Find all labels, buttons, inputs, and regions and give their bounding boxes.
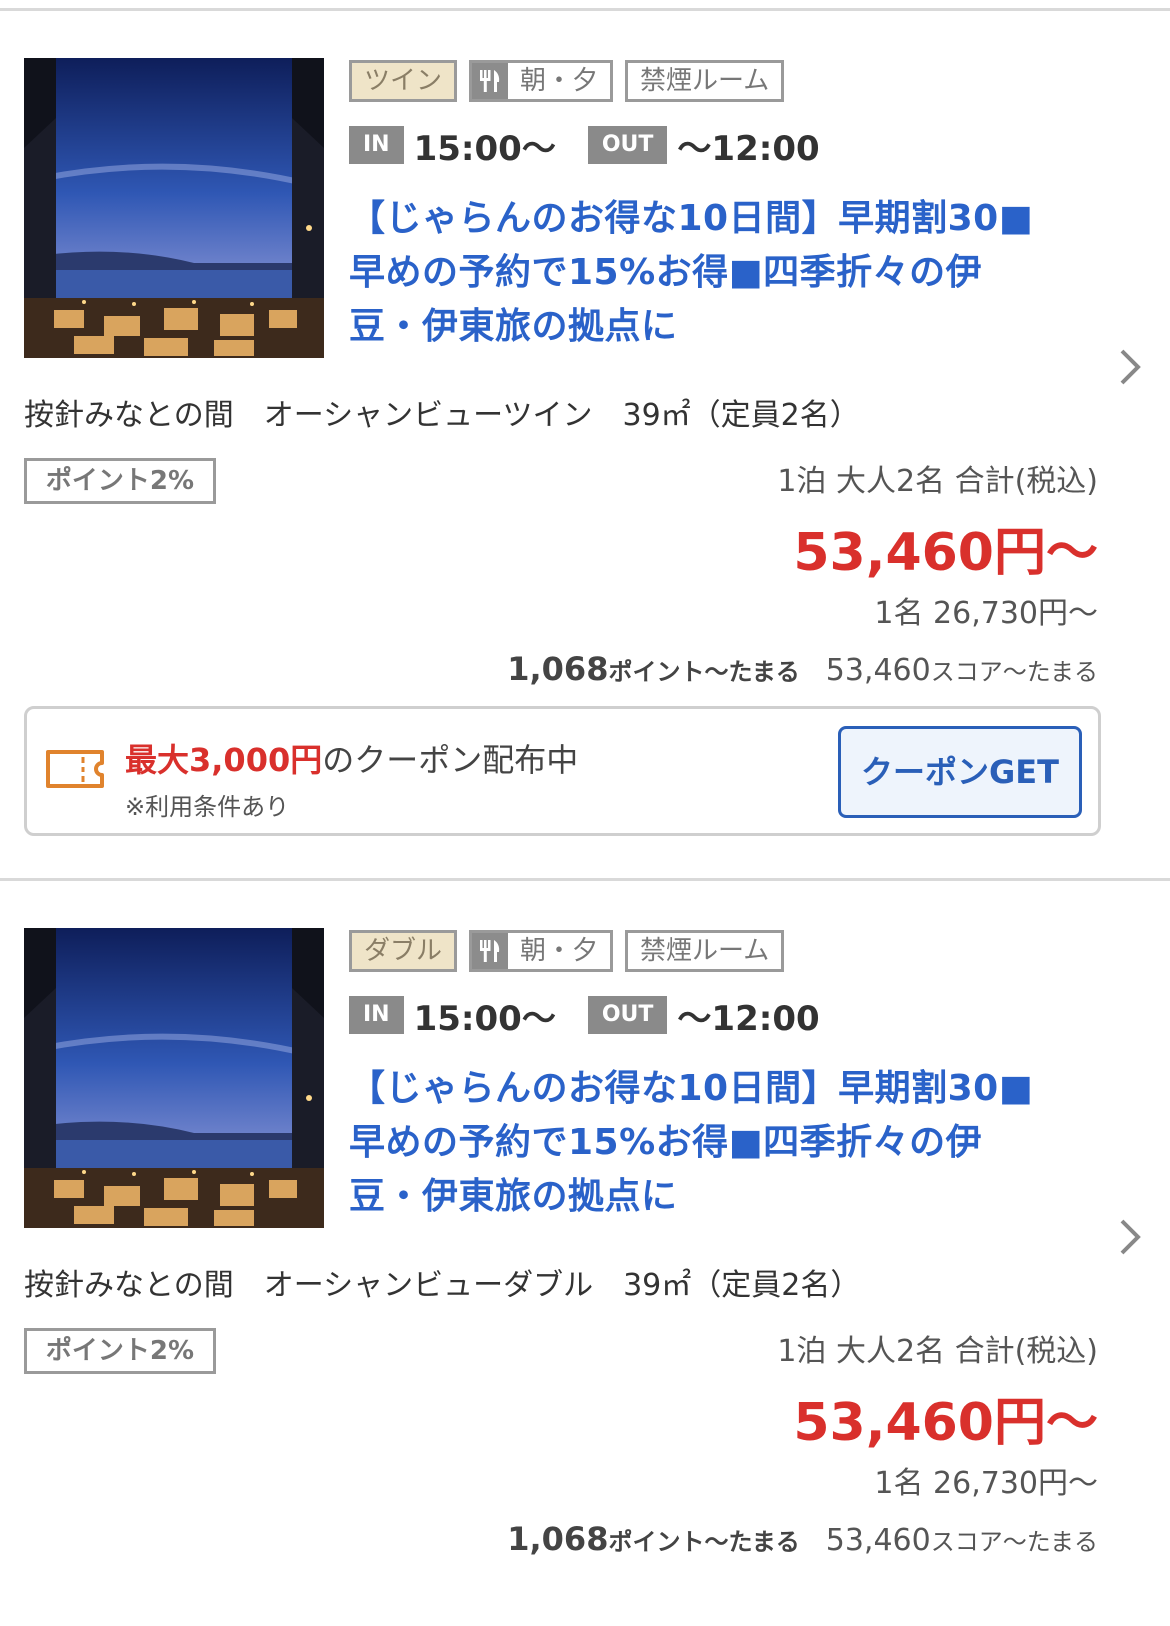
earn-score-text: スコア〜たまる bbox=[930, 1528, 1098, 1556]
earn-score-text: スコア〜たまる bbox=[930, 658, 1098, 686]
checkin-time: 15:00〜 bbox=[413, 998, 556, 1039]
earn-points-text: ポイント〜たまる bbox=[608, 1528, 800, 1556]
total-price: 53,460円〜 bbox=[793, 1393, 1098, 1453]
checkout-time: 〜12:00 bbox=[677, 998, 820, 1039]
earn-points-number: 1,068 bbox=[507, 1520, 609, 1558]
coupon-text: のクーポン配布中 bbox=[322, 741, 579, 779]
plan-card[interactable]: ダブル 朝・夕 禁煙ルーム IN 15:00〜 OUT 〜12:00 【じゃらん… bbox=[0, 928, 1170, 1626]
meal-label: 朝・夕 bbox=[520, 66, 599, 96]
chevron-right-icon[interactable] bbox=[1118, 1218, 1142, 1260]
plan-title-link[interactable]: 【じゃらんのお得な10日間】早期割30■ 早めの予約で15%お得■四季折々の伊 … bbox=[349, 1062, 1089, 1224]
fork-knife-icon bbox=[472, 63, 509, 99]
fork-knife-icon bbox=[472, 933, 509, 969]
earn-points-text: ポイント〜たまる bbox=[608, 658, 800, 686]
plan-title-link[interactable]: 【じゃらんのお得な10日間】早期割30■ 早めの予約で15%お得■四季折々の伊 … bbox=[349, 192, 1089, 354]
room-type-tag: ツイン bbox=[349, 60, 458, 102]
meal-tag: 朝・夕 bbox=[469, 930, 614, 972]
point-rate-badge: ポイント2% bbox=[24, 1328, 216, 1374]
per-person-price: 1名 26,730円〜 bbox=[874, 596, 1098, 631]
point-rate-badge: ポイント2% bbox=[24, 458, 216, 504]
plan-title-line: 豆・伊東旅の拠点に bbox=[349, 1176, 678, 1217]
checkout-badge: OUT bbox=[587, 996, 668, 1034]
earn-info: 1,068 ポイント〜たまる 53,460 スコア〜たまる bbox=[507, 1520, 1098, 1558]
top-divider bbox=[0, 8, 1170, 11]
earn-info: 1,068 ポイント〜たまる 53,460 スコア〜たまる bbox=[507, 650, 1098, 688]
plan-title-line: 【じゃらんのお得な10日間】早期割30■ bbox=[349, 1068, 1034, 1109]
earn-score-number: 53,460 bbox=[825, 1523, 931, 1558]
room-name: 按針みなとの間 オーシャンビューダブル 39㎡（定員2名） bbox=[24, 1268, 861, 1303]
plan-title-line: 早めの予約で15%お得■四季折々の伊 bbox=[349, 1122, 983, 1163]
chevron-right-icon[interactable] bbox=[1118, 348, 1142, 390]
plan-title-line: 早めの予約で15%お得■四季折々の伊 bbox=[349, 252, 983, 293]
checkout-time: 〜12:00 bbox=[677, 128, 820, 169]
plan-photo bbox=[24, 58, 324, 358]
meal-tag: 朝・夕 bbox=[469, 60, 614, 102]
non-smoking-tag: 禁煙ルーム bbox=[625, 930, 785, 972]
checkin-badge: IN bbox=[349, 996, 404, 1034]
earn-score-number: 53,460 bbox=[825, 653, 931, 688]
room-type-tag: ダブル bbox=[349, 930, 458, 972]
coupon-amount: 最大3,000円 bbox=[125, 741, 323, 779]
plan-title-line: 【じゃらんのお得な10日間】早期割30■ bbox=[349, 198, 1034, 239]
meal-label: 朝・夕 bbox=[520, 936, 599, 966]
total-price: 53,460円〜 bbox=[793, 523, 1098, 583]
coupon-message: 最大3,000円のクーポン配布中 bbox=[125, 735, 578, 781]
per-person-price: 1名 26,730円〜 bbox=[874, 1466, 1098, 1501]
coupon-banner: 最大3,000円のクーポン配布中 ※利用条件あり クーポンGET bbox=[24, 706, 1101, 836]
coupon-note: ※利用条件あり bbox=[125, 793, 290, 821]
plan-card[interactable]: ツイン 朝・夕 禁煙ルーム IN 15:00〜 OUT 〜12:00 【じゃらん… bbox=[0, 58, 1170, 878]
plan-title-line: 豆・伊東旅の拠点に bbox=[349, 306, 678, 347]
plan-photo bbox=[24, 928, 324, 1228]
room-name: 按針みなとの間 オーシャンビューツイン 39㎡（定員2名） bbox=[24, 398, 860, 433]
checkin-time: 15:00〜 bbox=[413, 128, 556, 169]
earn-points-number: 1,068 bbox=[507, 650, 609, 688]
non-smoking-tag: 禁煙ルーム bbox=[625, 60, 785, 102]
stay-info: 1泊 大人2名 合計(税込) bbox=[777, 1334, 1098, 1369]
coupon-get-button[interactable]: クーポンGET bbox=[838, 726, 1082, 818]
stay-info: 1泊 大人2名 合計(税込) bbox=[777, 464, 1098, 499]
checkin-badge: IN bbox=[349, 126, 404, 164]
checkin-checkout: IN 15:00〜 OUT 〜12:00 bbox=[349, 122, 820, 169]
plan-tags: ダブル 朝・夕 禁煙ルーム bbox=[349, 930, 785, 972]
checkout-badge: OUT bbox=[587, 126, 668, 164]
ticket-icon bbox=[45, 749, 105, 793]
plan-tags: ツイン 朝・夕 禁煙ルーム bbox=[349, 60, 785, 102]
card-divider bbox=[0, 878, 1170, 881]
checkin-checkout: IN 15:00〜 OUT 〜12:00 bbox=[349, 992, 820, 1039]
